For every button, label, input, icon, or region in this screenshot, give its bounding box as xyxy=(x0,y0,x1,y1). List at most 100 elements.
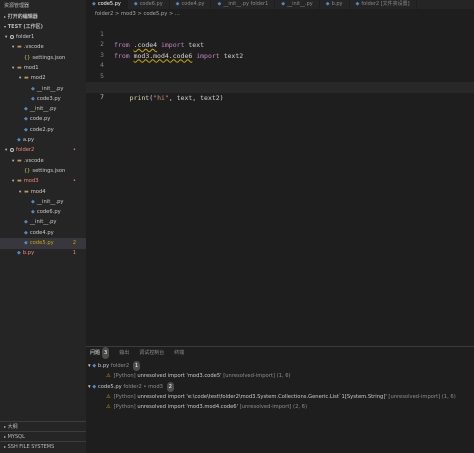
outline-label: 大纲 xyxy=(7,424,18,430)
warning-icon: ⚠ xyxy=(106,373,111,379)
panel-tab-label: 问题 xyxy=(90,350,101,356)
tree-item--vscode[interactable]: ▾ ▬ .vscode xyxy=(0,156,86,167)
problem-source: [Python] xyxy=(113,394,138,400)
tab-label: code4.py xyxy=(181,1,205,7)
tree-item-code6-py[interactable]: ◆ code6.py xyxy=(0,207,86,218)
editor-tab[interactable]: ◆ b.py xyxy=(320,0,350,9)
panel-tab[interactable]: 输出 xyxy=(119,347,129,359)
problem-badge: • xyxy=(73,178,76,185)
problem-badge: 1 xyxy=(72,250,76,257)
python-file-icon: ◆ xyxy=(17,250,21,257)
problem-source: [Python] xyxy=(113,373,138,379)
tree-item-folder2[interactable]: ▾ folder2 • xyxy=(0,145,86,156)
problem-file-group[interactable]: ▾ ◆ b.py folder2 1 xyxy=(88,361,141,371)
tree-item-label: folder2 xyxy=(16,147,35,154)
editor-tab[interactable]: ◆ __init__.py xyxy=(275,0,320,9)
mysql-section[interactable]: ▸ MYSQL xyxy=(0,431,86,441)
tree-item---init---py[interactable]: ◆ __init__.py xyxy=(0,84,86,95)
problem-item[interactable]: ⚠ [Python] unresolved import 'mod3.code5'… xyxy=(106,371,291,381)
editor-tab[interactable]: ◆ folder2 [文件夹设置] xyxy=(350,0,417,9)
root-folder-icon xyxy=(10,34,14,39)
code-line-7[interactable]: 7 xyxy=(86,82,474,101)
problem-file-name: code5.py xyxy=(97,384,124,390)
tree-item-label: code2.py xyxy=(29,126,54,133)
python-file-icon: ◆ xyxy=(31,85,35,92)
problem-file-group[interactable]: ▾ ◆ code5.py folder2 • mod3 2 xyxy=(88,382,174,392)
tree-item-code-py[interactable]: ◆ code.py xyxy=(0,114,86,125)
tree-item-mod3[interactable]: ▾ ▬ mod3 • xyxy=(0,176,86,187)
editor-tab[interactable]: ◆ code6.py xyxy=(128,0,170,9)
python-file-icon: ◆ xyxy=(325,1,330,7)
code-line-2[interactable]: 2 from mod3.mod4.code6 import text2 xyxy=(86,30,474,60)
tree-item-code4-py[interactable]: ◆ code4.py xyxy=(0,228,86,239)
tree-item-label: code3.py xyxy=(36,95,61,102)
problem-item[interactable]: ⚠ [Python] unresolved import 'e:\code\tes… xyxy=(106,392,456,402)
ssh-file-systems-section[interactable]: ▸ SSH FILE SYSTEMS xyxy=(0,441,86,451)
python-file-icon: ◆ xyxy=(24,240,28,246)
tree-item-mod2[interactable]: ▾ ▬ mod2 xyxy=(0,73,86,84)
tree-item-label: code4.py xyxy=(29,229,54,236)
problem-message: unresolved import 'mod3.code5' xyxy=(137,373,224,379)
tab-label: folder2 [文件夹设置] xyxy=(361,1,410,7)
tree-item-mod1[interactable]: ▾ ▬ mod1 xyxy=(0,63,86,74)
breadcrumb[interactable]: folder2 > mod3 > code5.py > ... xyxy=(86,9,474,19)
tree-item-mod4[interactable]: ▾ ▬ mod4 xyxy=(0,187,86,198)
panel-tab[interactable]: 终端 xyxy=(174,347,184,359)
tree-item-settings-json[interactable]: {} settings.json xyxy=(0,166,86,177)
problem-message: unresolved import 'mod3.mod4.code6' xyxy=(137,404,240,410)
code-line-5[interactable]: 5 def test(): xyxy=(86,61,474,92)
tree-item---init---py[interactable]: ◆ __init__.py xyxy=(0,217,86,228)
tree-item-folder1[interactable]: ▾ folder1 xyxy=(0,32,86,43)
code-line-1[interactable]: 1 from .code4 import text xyxy=(86,19,474,50)
editor-tab[interactable]: ◆ code4.py xyxy=(170,0,212,9)
python-file-icon: ◆ xyxy=(92,1,96,7)
code-line-3[interactable]: 3 xyxy=(86,40,474,59)
tree-item-a-py[interactable]: ◆ a.py xyxy=(0,135,86,146)
folder-icon: ▬ xyxy=(17,157,22,164)
problems-panel: 问题 3 输出 调试控制台 终端 ▾ ◆ b.py folder2 1 ⚠ [Python]… xyxy=(86,346,474,418)
tree-item-code5-py[interactable]: ◆ code5.py 2 xyxy=(0,238,86,249)
tab-label: b.py xyxy=(331,1,343,7)
tree-item-label: __init__.py xyxy=(29,219,57,226)
code-line-6[interactable]: 6 print("hi", text, text2) xyxy=(86,72,474,102)
problem-position: (1, 6) xyxy=(276,373,291,379)
outline-section[interactable]: ▸ 大纲 xyxy=(0,421,86,431)
problem-file-name: b.py xyxy=(97,363,111,369)
chevron-down-icon: ▾ xyxy=(4,24,7,29)
panel-tab[interactable]: 问题 3 xyxy=(90,347,110,359)
json-file-icon: {} xyxy=(24,167,31,174)
tree-item-code3-py[interactable]: ◆ code3.py xyxy=(0,94,86,105)
ssh-file-systems-label: SSH FILE SYSTEMS xyxy=(7,444,55,450)
chevron-right-icon: ▸ xyxy=(4,444,7,449)
folder-icon: ▬ xyxy=(17,178,22,185)
code-line-4[interactable]: 4 xyxy=(86,51,474,69)
editor-tab[interactable]: ◆ code5.py xyxy=(86,0,128,9)
problem-item[interactable]: ⚠ [Python] unresolved import 'mod3.mod4.c… xyxy=(106,402,307,412)
tree-item-code2-py[interactable]: ◆ code2.py xyxy=(0,125,86,136)
tree-item--vscode[interactable]: ▾ ▬ .vscode xyxy=(0,42,86,53)
tab-label: code6.py xyxy=(139,1,163,7)
python-file-icon: ◆ xyxy=(24,229,28,236)
workspace-section[interactable]: ▾ TEST (工作区) xyxy=(0,22,86,32)
editor-tab[interactable]: ◆ __init__.py folder1 xyxy=(211,0,276,9)
tree-item-b-py[interactable]: ◆ b.py 1 xyxy=(0,248,86,259)
problem-rule: [unresolved-import] xyxy=(223,373,277,379)
problem-rule: [unresolved-import] xyxy=(239,404,294,410)
problem-position: (1, 6) xyxy=(441,394,456,400)
tab-label: __init__.py folder1 xyxy=(223,1,269,7)
python-file-icon: ◆ xyxy=(175,1,180,7)
editor-tabs: ◆ code5.py ◆ code6.py ◆ code4.py ◆ __init__.py … xyxy=(86,0,474,9)
python-file-icon: ◆ xyxy=(31,198,35,205)
folder-icon: ▬ xyxy=(24,188,29,195)
tree-item-label: .vscode xyxy=(23,44,44,51)
tree-item-settings-json[interactable]: {} settings.json xyxy=(0,53,86,64)
python-file-icon: ◆ xyxy=(17,137,21,143)
code-editor[interactable]: 1 from .code4 import text 2 from mod3.mo… xyxy=(86,19,474,339)
panel-tab[interactable]: 调试控制台 xyxy=(139,347,164,359)
warning-icon: ⚠ xyxy=(106,394,111,400)
explorer-sidebar: 资源管理器 ▸ 打开的编辑器 ▾ TEST (工作区) ▾ folder1 ▾ ▬ .v… xyxy=(0,0,86,453)
tree-item---init---py[interactable]: ◆ __init__.py xyxy=(0,197,86,208)
open-editors-section[interactable]: ▸ 打开的编辑器 xyxy=(0,12,86,22)
tree-item---init---py[interactable]: ◆ __init__.py xyxy=(0,104,86,115)
tree-item-label: mod2 xyxy=(30,75,46,82)
